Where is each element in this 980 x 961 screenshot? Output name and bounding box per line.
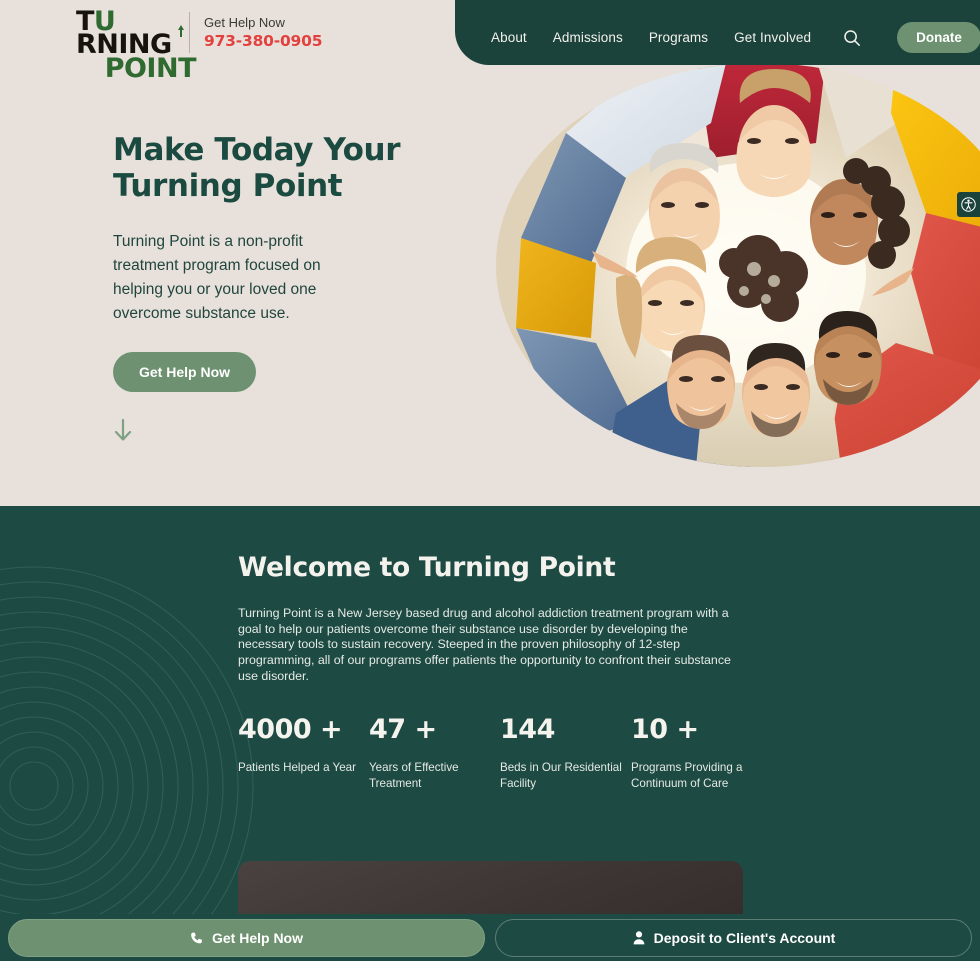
bottom-deposit-label: Deposit to Client's Account <box>653 929 836 946</box>
search-icon[interactable] <box>841 27 863 49</box>
welcome-title: Welcome to Turning Point <box>238 552 616 583</box>
hero-photo-illustration <box>496 63 980 467</box>
main-navigation: About Admissions Programs Get Involved D… <box>455 0 980 65</box>
site-logo[interactable]: TURNING POINT <box>76 6 197 82</box>
nav-item-admissions[interactable]: Admissions <box>553 30 623 45</box>
stat-value: 144 <box>500 714 555 745</box>
stat-value: 4000 + <box>238 714 343 745</box>
site-header: About Admissions Programs Get Involved D… <box>0 0 980 82</box>
help-now-block[interactable]: Get Help Now 973-380-0905 <box>204 15 323 51</box>
welcome-body: Turning Point is a New Jersey based drug… <box>238 606 731 683</box>
logo-divider <box>189 12 190 53</box>
stat-item: 4000 + Patients Helped a Year <box>238 714 369 791</box>
leaf-icon <box>177 25 185 38</box>
nav-item-about[interactable]: About <box>491 30 527 45</box>
hero-get-help-button[interactable]: Get Help Now <box>113 352 257 392</box>
person-icon <box>632 930 646 946</box>
stat-item: 144 Beds in Our Residential Facility <box>500 714 631 791</box>
hero-title: Make Today Your Turning Point <box>113 132 401 204</box>
stat-item: 10 + Programs Providing a Continuum of C… <box>631 714 762 791</box>
donate-button[interactable]: Donate <box>897 22 980 53</box>
welcome-section: Welcome to Turning Point Turning Point i… <box>0 506 980 961</box>
nav-links: About Admissions Programs Get Involved D… <box>491 22 980 53</box>
help-phone-number[interactable]: 973-380-0905 <box>204 31 323 51</box>
help-now-label: Get Help Now <box>204 15 285 30</box>
hero-copy: Make Today Your Turning Point Turning Po… <box>113 132 443 392</box>
stats-row: 4000 + Patients Helped a Year 47 + Years… <box>238 714 778 791</box>
hero-image <box>496 63 980 467</box>
decorative-rings <box>0 566 254 961</box>
hero-subtitle: Turning Point is a non-profit treatment … <box>113 233 321 322</box>
stat-label: Patients Helped a Year <box>238 761 356 774</box>
bottom-get-help-label: Get Help Now <box>211 929 303 946</box>
arrow-down-icon[interactable] <box>113 418 133 444</box>
stat-item: 47 + Years of Effective Treatment <box>369 714 500 791</box>
bottom-get-help-button[interactable]: Get Help Now <box>8 918 485 957</box>
page-root: Make Today Your Turning Point Turning Po… <box>0 0 980 961</box>
phone-icon <box>190 930 204 946</box>
stat-label: Beds in Our Residential Facility <box>500 761 622 790</box>
stat-label: Years of Effective Treatment <box>369 761 459 790</box>
bottom-deposit-button[interactable]: Deposit to Client's Account <box>495 918 972 957</box>
nav-item-get-involved[interactable]: Get Involved <box>734 30 811 45</box>
stat-value: 10 + <box>631 714 699 745</box>
nav-item-programs[interactable]: Programs <box>649 30 708 45</box>
stat-value: 47 + <box>369 714 437 745</box>
sticky-bottom-bar: Get Help Now Deposit to Client's Account <box>0 914 980 961</box>
logo-u: U <box>93 6 116 37</box>
accessibility-icon[interactable] <box>957 192 980 217</box>
welcome-content: Welcome to Turning Point Turning Point i… <box>238 552 758 685</box>
stat-label: Programs Providing a Continuum of Care <box>631 761 743 790</box>
